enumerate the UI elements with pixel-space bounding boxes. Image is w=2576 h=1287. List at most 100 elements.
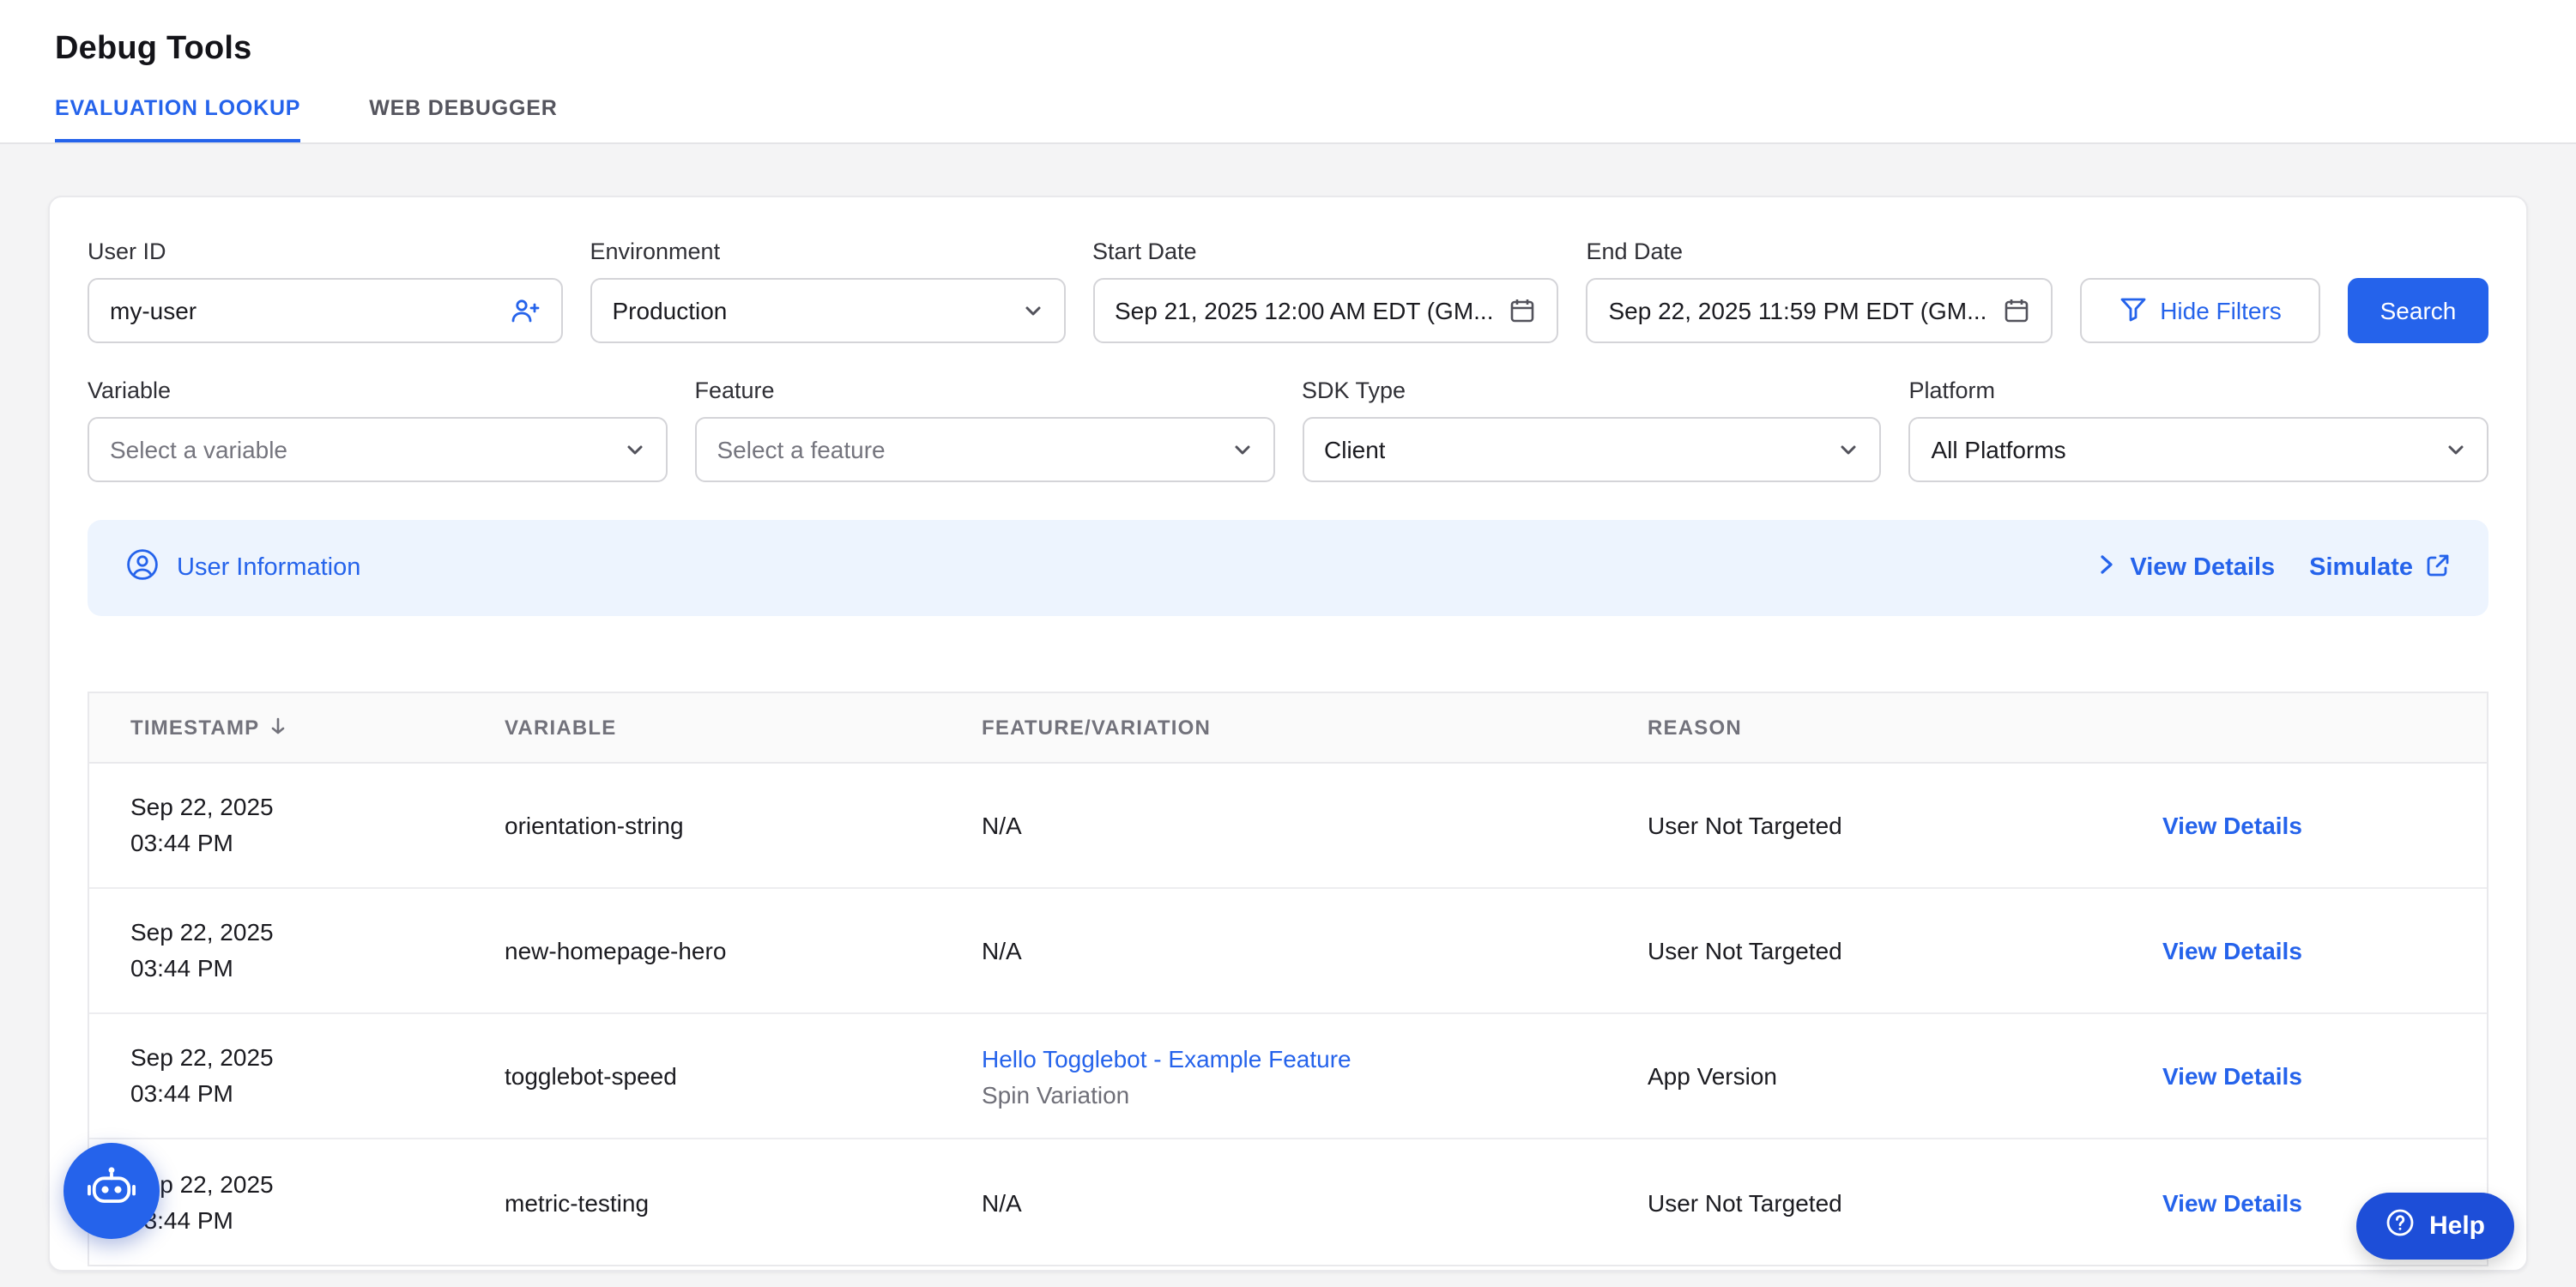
feature-cell: N/A bbox=[982, 812, 1648, 839]
column-header-reason: REASON bbox=[1648, 716, 2162, 740]
platform-select[interactable]: All Platforms bbox=[1909, 417, 2489, 482]
feature-value: N/A bbox=[982, 1188, 1648, 1216]
simulate-label: Simulate bbox=[2309, 554, 2413, 582]
user-id-field: User ID my-user bbox=[88, 239, 563, 343]
user-information-title: User Information bbox=[177, 554, 360, 582]
evaluation-lookup-card: User ID my-user Environment Production bbox=[48, 196, 2528, 1272]
table-row: Sep 22, 202503:44 PM new-homepage-hero N… bbox=[89, 889, 2487, 1014]
variation-label: Spin Variation bbox=[982, 1077, 1648, 1111]
user-information-toggle[interactable]: User Information bbox=[125, 547, 360, 589]
calendar-icon[interactable] bbox=[2003, 297, 2030, 324]
chevron-right-icon bbox=[2094, 553, 2118, 583]
calendar-icon[interactable] bbox=[1509, 297, 1537, 324]
sdk-type-field: SDK Type Client bbox=[1302, 378, 1882, 482]
simulate-button[interactable]: Simulate bbox=[2309, 552, 2451, 584]
view-details-link[interactable]: View Details bbox=[2162, 937, 2446, 964]
hide-filters-label: Hide Filters bbox=[2160, 297, 2282, 324]
start-date-value: Sep 21, 2025 12:00 AM EDT (GM... bbox=[1115, 297, 1494, 324]
end-date-input[interactable]: Sep 22, 2025 11:59 PM EDT (GM... bbox=[1587, 278, 2053, 343]
feature-value: N/A bbox=[982, 812, 1648, 839]
table-row: Sep 22, 202503:44 PM metric-testing N/A … bbox=[89, 1139, 2487, 1265]
sdk-type-select[interactable]: Client bbox=[1302, 417, 1882, 482]
end-date-value: Sep 22, 2025 11:59 PM EDT (GM... bbox=[1609, 297, 1987, 324]
chevron-down-icon bbox=[1022, 300, 1043, 321]
environment-value: Production bbox=[613, 297, 728, 324]
tab-evaluation-lookup[interactable]: EVALUATION LOOKUP bbox=[55, 96, 300, 142]
chevron-down-icon bbox=[625, 439, 645, 460]
view-details-label: View Details bbox=[2130, 554, 2275, 582]
filter-funnel-icon bbox=[2119, 294, 2146, 327]
chevron-down-icon bbox=[1231, 439, 1252, 460]
page-header: Debug Tools EVALUATION LOOKUP WEB DEBUGG… bbox=[0, 0, 2576, 144]
search-button[interactable]: Search bbox=[2348, 278, 2488, 343]
user-view-details-button[interactable]: View Details bbox=[2094, 553, 2275, 583]
start-date-input[interactable]: Sep 21, 2025 12:00 AM EDT (GM... bbox=[1092, 278, 1559, 343]
variable-cell: new-homepage-hero bbox=[505, 937, 982, 964]
debug-tools-page: Debug Tools EVALUATION LOOKUP WEB DEBUGG… bbox=[0, 0, 2576, 1287]
platform-value: All Platforms bbox=[1932, 436, 2066, 463]
table-row: Sep 22, 202503:44 PM togglebot-speed Hel… bbox=[89, 1014, 2487, 1139]
view-details-link[interactable]: View Details bbox=[2162, 1062, 2446, 1090]
feature-select[interactable]: Select a feature bbox=[695, 417, 1275, 482]
help-label: Help bbox=[2429, 1211, 2485, 1241]
sort-descending-icon bbox=[268, 715, 288, 740]
column-header-timestamp[interactable]: TIMESTAMP bbox=[130, 715, 505, 740]
user-information-actions: View Details Simulate bbox=[2094, 552, 2451, 584]
reason-cell: User Not Targeted bbox=[1648, 1188, 2162, 1216]
tab-bar: EVALUATION LOOKUP WEB DEBUGGER bbox=[55, 96, 2521, 142]
variable-field: Variable Select a variable bbox=[88, 378, 668, 482]
timestamp-cell: Sep 22, 202503:44 PM bbox=[130, 1166, 505, 1238]
environment-select[interactable]: Production bbox=[590, 278, 1066, 343]
feature-link[interactable]: Hello Togglebot - Example Feature bbox=[982, 1041, 1648, 1075]
feature-cell: Hello Togglebot - Example Feature Spin V… bbox=[982, 1041, 1648, 1111]
variable-select[interactable]: Select a variable bbox=[88, 417, 668, 482]
variable-cell: togglebot-speed bbox=[505, 1062, 982, 1090]
feature-field: Feature Select a feature bbox=[695, 378, 1275, 482]
feature-value: N/A bbox=[982, 937, 1648, 964]
reason-cell: User Not Targeted bbox=[1648, 937, 2162, 964]
filter-row-secondary: Variable Select a variable Feature Selec… bbox=[88, 378, 2488, 482]
question-circle-icon bbox=[2386, 1208, 2416, 1244]
variable-label: Variable bbox=[88, 378, 668, 403]
feature-cell: N/A bbox=[982, 937, 1648, 964]
timestamp-cell: Sep 22, 202503:44 PM bbox=[130, 915, 505, 987]
feature-label: Feature bbox=[695, 378, 1275, 403]
table-row: Sep 22, 202503:44 PM orientation-string … bbox=[89, 764, 2487, 889]
chevron-down-icon bbox=[2446, 439, 2466, 460]
togglebot-button[interactable] bbox=[63, 1143, 160, 1239]
end-date-field: End Date Sep 22, 2025 11:59 PM EDT (GM..… bbox=[1587, 239, 2053, 343]
timestamp-cell: Sep 22, 202503:44 PM bbox=[130, 789, 505, 861]
hide-filters-button[interactable]: Hide Filters bbox=[2080, 278, 2320, 343]
feature-placeholder: Select a feature bbox=[717, 436, 886, 463]
environment-label: Environment bbox=[590, 239, 1066, 264]
robot-icon bbox=[84, 1159, 139, 1223]
column-header-variable: VARIABLE bbox=[505, 716, 982, 740]
help-button[interactable]: Help bbox=[2357, 1193, 2514, 1260]
variable-cell: orientation-string bbox=[505, 812, 982, 839]
sdk-type-label: SDK Type bbox=[1302, 378, 1882, 403]
timestamp-cell: Sep 22, 202503:44 PM bbox=[130, 1040, 505, 1112]
variable-placeholder: Select a variable bbox=[110, 436, 287, 463]
column-header-feature-variation: FEATURE/VARIATION bbox=[982, 716, 1648, 740]
sdk-type-value: Client bbox=[1324, 436, 1386, 463]
user-information-bar: User Information View Details Simulate bbox=[88, 520, 2488, 616]
start-date-field: Start Date Sep 21, 2025 12:00 AM EDT (GM… bbox=[1092, 239, 1559, 343]
user-id-input[interactable]: my-user bbox=[88, 278, 563, 343]
platform-label: Platform bbox=[1909, 378, 2489, 403]
external-link-icon bbox=[2425, 552, 2451, 584]
reason-cell: App Version bbox=[1648, 1062, 2162, 1090]
environment-field: Environment Production bbox=[590, 239, 1066, 343]
user-circle-icon bbox=[125, 547, 160, 589]
evaluations-table: TIMESTAMP VARIABLE FEATURE/VARIATION REA… bbox=[88, 692, 2488, 1266]
tab-web-debugger[interactable]: WEB DEBUGGER bbox=[369, 96, 557, 142]
table-header-row: TIMESTAMP VARIABLE FEATURE/VARIATION REA… bbox=[89, 693, 2487, 764]
platform-field: Platform All Platforms bbox=[1909, 378, 2489, 482]
end-date-label: End Date bbox=[1587, 239, 2053, 264]
user-id-label: User ID bbox=[88, 239, 563, 264]
add-user-icon[interactable] bbox=[510, 297, 541, 324]
filter-row-primary: User ID my-user Environment Production bbox=[88, 239, 2488, 343]
chevron-down-icon bbox=[1839, 439, 1859, 460]
view-details-link[interactable]: View Details bbox=[2162, 812, 2446, 839]
page-title: Debug Tools bbox=[55, 31, 2521, 69]
start-date-label: Start Date bbox=[1092, 239, 1559, 264]
